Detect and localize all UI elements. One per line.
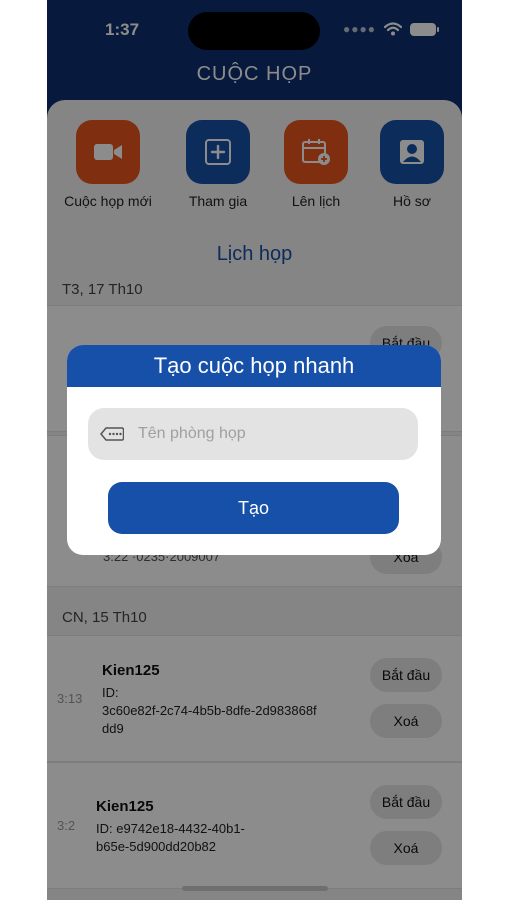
tag-icon [100,427,124,441]
quick-meeting-dialog: Tạo cuộc họp nhanh Tạo [67,345,441,555]
home-indicator[interactable] [182,886,328,891]
dialog-title: Tạo cuộc họp nhanh [67,345,441,387]
room-name-input[interactable] [136,424,410,444]
create-button[interactable]: Tạo [108,482,399,534]
phone-screen: 1:37 ●●●● CUỘC HỌP Cuộc họp mới Tham gia… [47,0,462,900]
room-name-field[interactable] [88,408,418,460]
